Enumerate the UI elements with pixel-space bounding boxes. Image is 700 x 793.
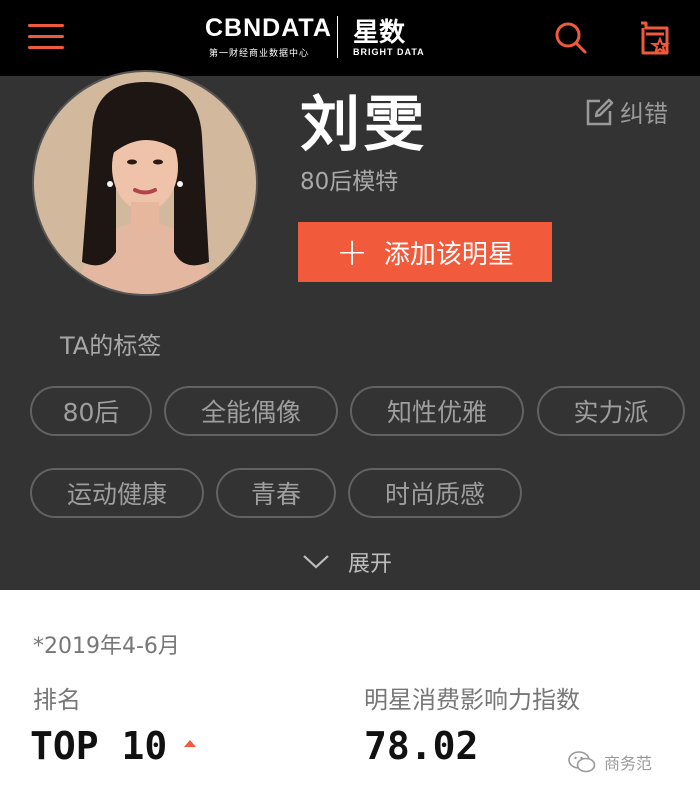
wechat-icon	[568, 751, 596, 773]
watermark-text: 商务范	[604, 754, 653, 773]
celebrity-avatar	[32, 70, 258, 296]
tag-chip[interactable]: 全能偶像	[164, 386, 338, 436]
index-value: 78.02	[364, 724, 479, 768]
search-icon[interactable]	[554, 20, 588, 56]
expand-label: 展开	[348, 552, 393, 577]
expand-toggle[interactable]: 展开	[302, 546, 392, 578]
add-button-label: 添加该明星	[383, 239, 514, 270]
brand-sub-text: 第一财经商业数据中心	[209, 49, 310, 59]
period-label: *2019年4-6月	[33, 634, 180, 659]
stats-section: *2019年4-6月 排名 明星消费影响力指数 TOP 10 78.02 商务范	[0, 590, 700, 793]
plus-icon: +	[336, 230, 368, 274]
brand-cn-text: 星数	[353, 18, 406, 48]
brand-divider	[337, 16, 338, 58]
add-celebrity-button[interactable]: + 添加该明星	[298, 222, 552, 282]
edit-link[interactable]: 纠错	[584, 94, 668, 129]
index-label: 明星消费影响力指数	[364, 686, 580, 714]
celebrity-name: 刘雯	[300, 90, 428, 160]
rank-label: 排名	[33, 686, 81, 714]
brand-en-text: BRIGHT DATA	[353, 47, 425, 57]
tag-chip[interactable]: 时尚质感	[348, 468, 522, 518]
rank-value: TOP 10	[30, 724, 168, 768]
tag-chip[interactable]: 实力派	[537, 386, 685, 436]
tag-chip[interactable]: 青春	[216, 468, 336, 518]
tag-chip[interactable]: 知性优雅	[350, 386, 524, 436]
rank-up-arrow-icon	[184, 740, 196, 747]
celebrity-subtitle: 80后模特	[300, 169, 399, 195]
hamburger-menu-icon[interactable]	[28, 22, 64, 52]
watermark: 商务范	[568, 750, 652, 774]
top-bar: CBNDATA 第一财经商业数据中心 星数 BRIGHT DATA	[0, 0, 700, 76]
edit-label: 纠错	[620, 100, 668, 128]
brand-main-text: CBNDATA	[205, 14, 332, 42]
tags-title: TA的标签	[60, 332, 162, 360]
chevron-down-icon	[303, 555, 329, 569]
tag-chip[interactable]: 80后	[30, 386, 152, 436]
star-cart-icon[interactable]	[638, 20, 672, 56]
tag-chip[interactable]: 运动健康	[30, 468, 204, 518]
profile-section: 刘雯 纠错 80后模特 + 添加该明星 TA的标签 80后 全能偶像 知性优雅 …	[0, 70, 700, 590]
brand-logo[interactable]: CBNDATA 第一财经商业数据中心 星数 BRIGHT DATA	[205, 12, 505, 64]
edit-icon	[586, 98, 614, 125]
